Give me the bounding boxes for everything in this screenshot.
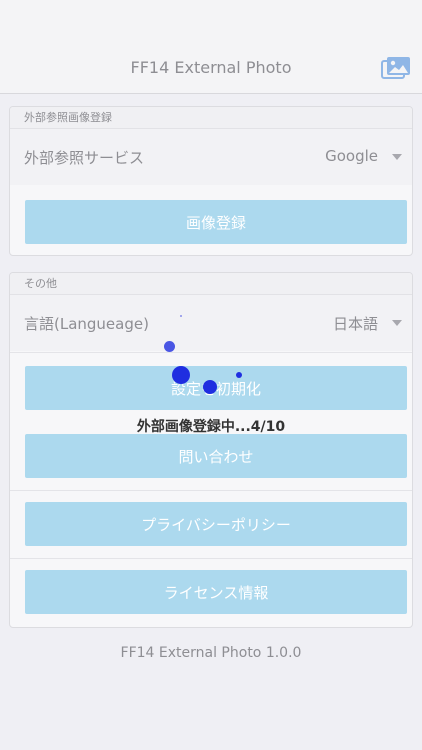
progress-status-text: 外部画像登録中...4/10 — [136, 419, 286, 435]
language-value: 日本語 — [332, 315, 378, 333]
app-version: FF14 External Photo 1.0.0 — [120, 645, 302, 661]
register-image-button[interactable]: 画像登録 — [25, 200, 407, 244]
language-picker[interactable]: 言語(Langueage) 日本語 — [10, 295, 412, 351]
divider — [10, 352, 412, 353]
spinner-dot — [172, 366, 190, 384]
other-section: その他 言語(Langueage) 日本語 設定を初期化 問い合わせ プライバシ… — [9, 272, 413, 628]
section-header-external: 外部参照画像登録 — [10, 107, 412, 129]
external-service-value: Google — [325, 147, 378, 165]
section-header-other: その他 — [10, 273, 412, 295]
external-service-label: 外部参照サービス — [24, 149, 145, 167]
divider — [10, 490, 412, 491]
external-reference-section: 外部参照画像登録 外部参照サービス Google 画像登録 — [9, 106, 413, 256]
nav-title: FF14 External Photo — [130, 58, 292, 77]
external-service-picker[interactable]: 外部参照サービス Google — [10, 129, 412, 185]
photo-library-icon[interactable] — [380, 54, 412, 82]
contact-button[interactable]: 問い合わせ — [25, 434, 407, 478]
license-info-button[interactable]: ライセンス情報 — [25, 570, 407, 614]
spinner-dot — [180, 315, 182, 317]
spinner-dot — [203, 380, 217, 394]
privacy-policy-button[interactable]: プライバシーポリシー — [25, 502, 407, 546]
chevron-down-icon — [392, 154, 402, 160]
spinner-dot — [236, 372, 242, 378]
chevron-down-icon — [392, 320, 402, 326]
language-label: 言語(Langueage) — [24, 315, 149, 333]
spinner-dot — [164, 341, 175, 352]
divider — [10, 558, 412, 559]
navigation-bar: FF14 External Photo — [0, 0, 422, 94]
